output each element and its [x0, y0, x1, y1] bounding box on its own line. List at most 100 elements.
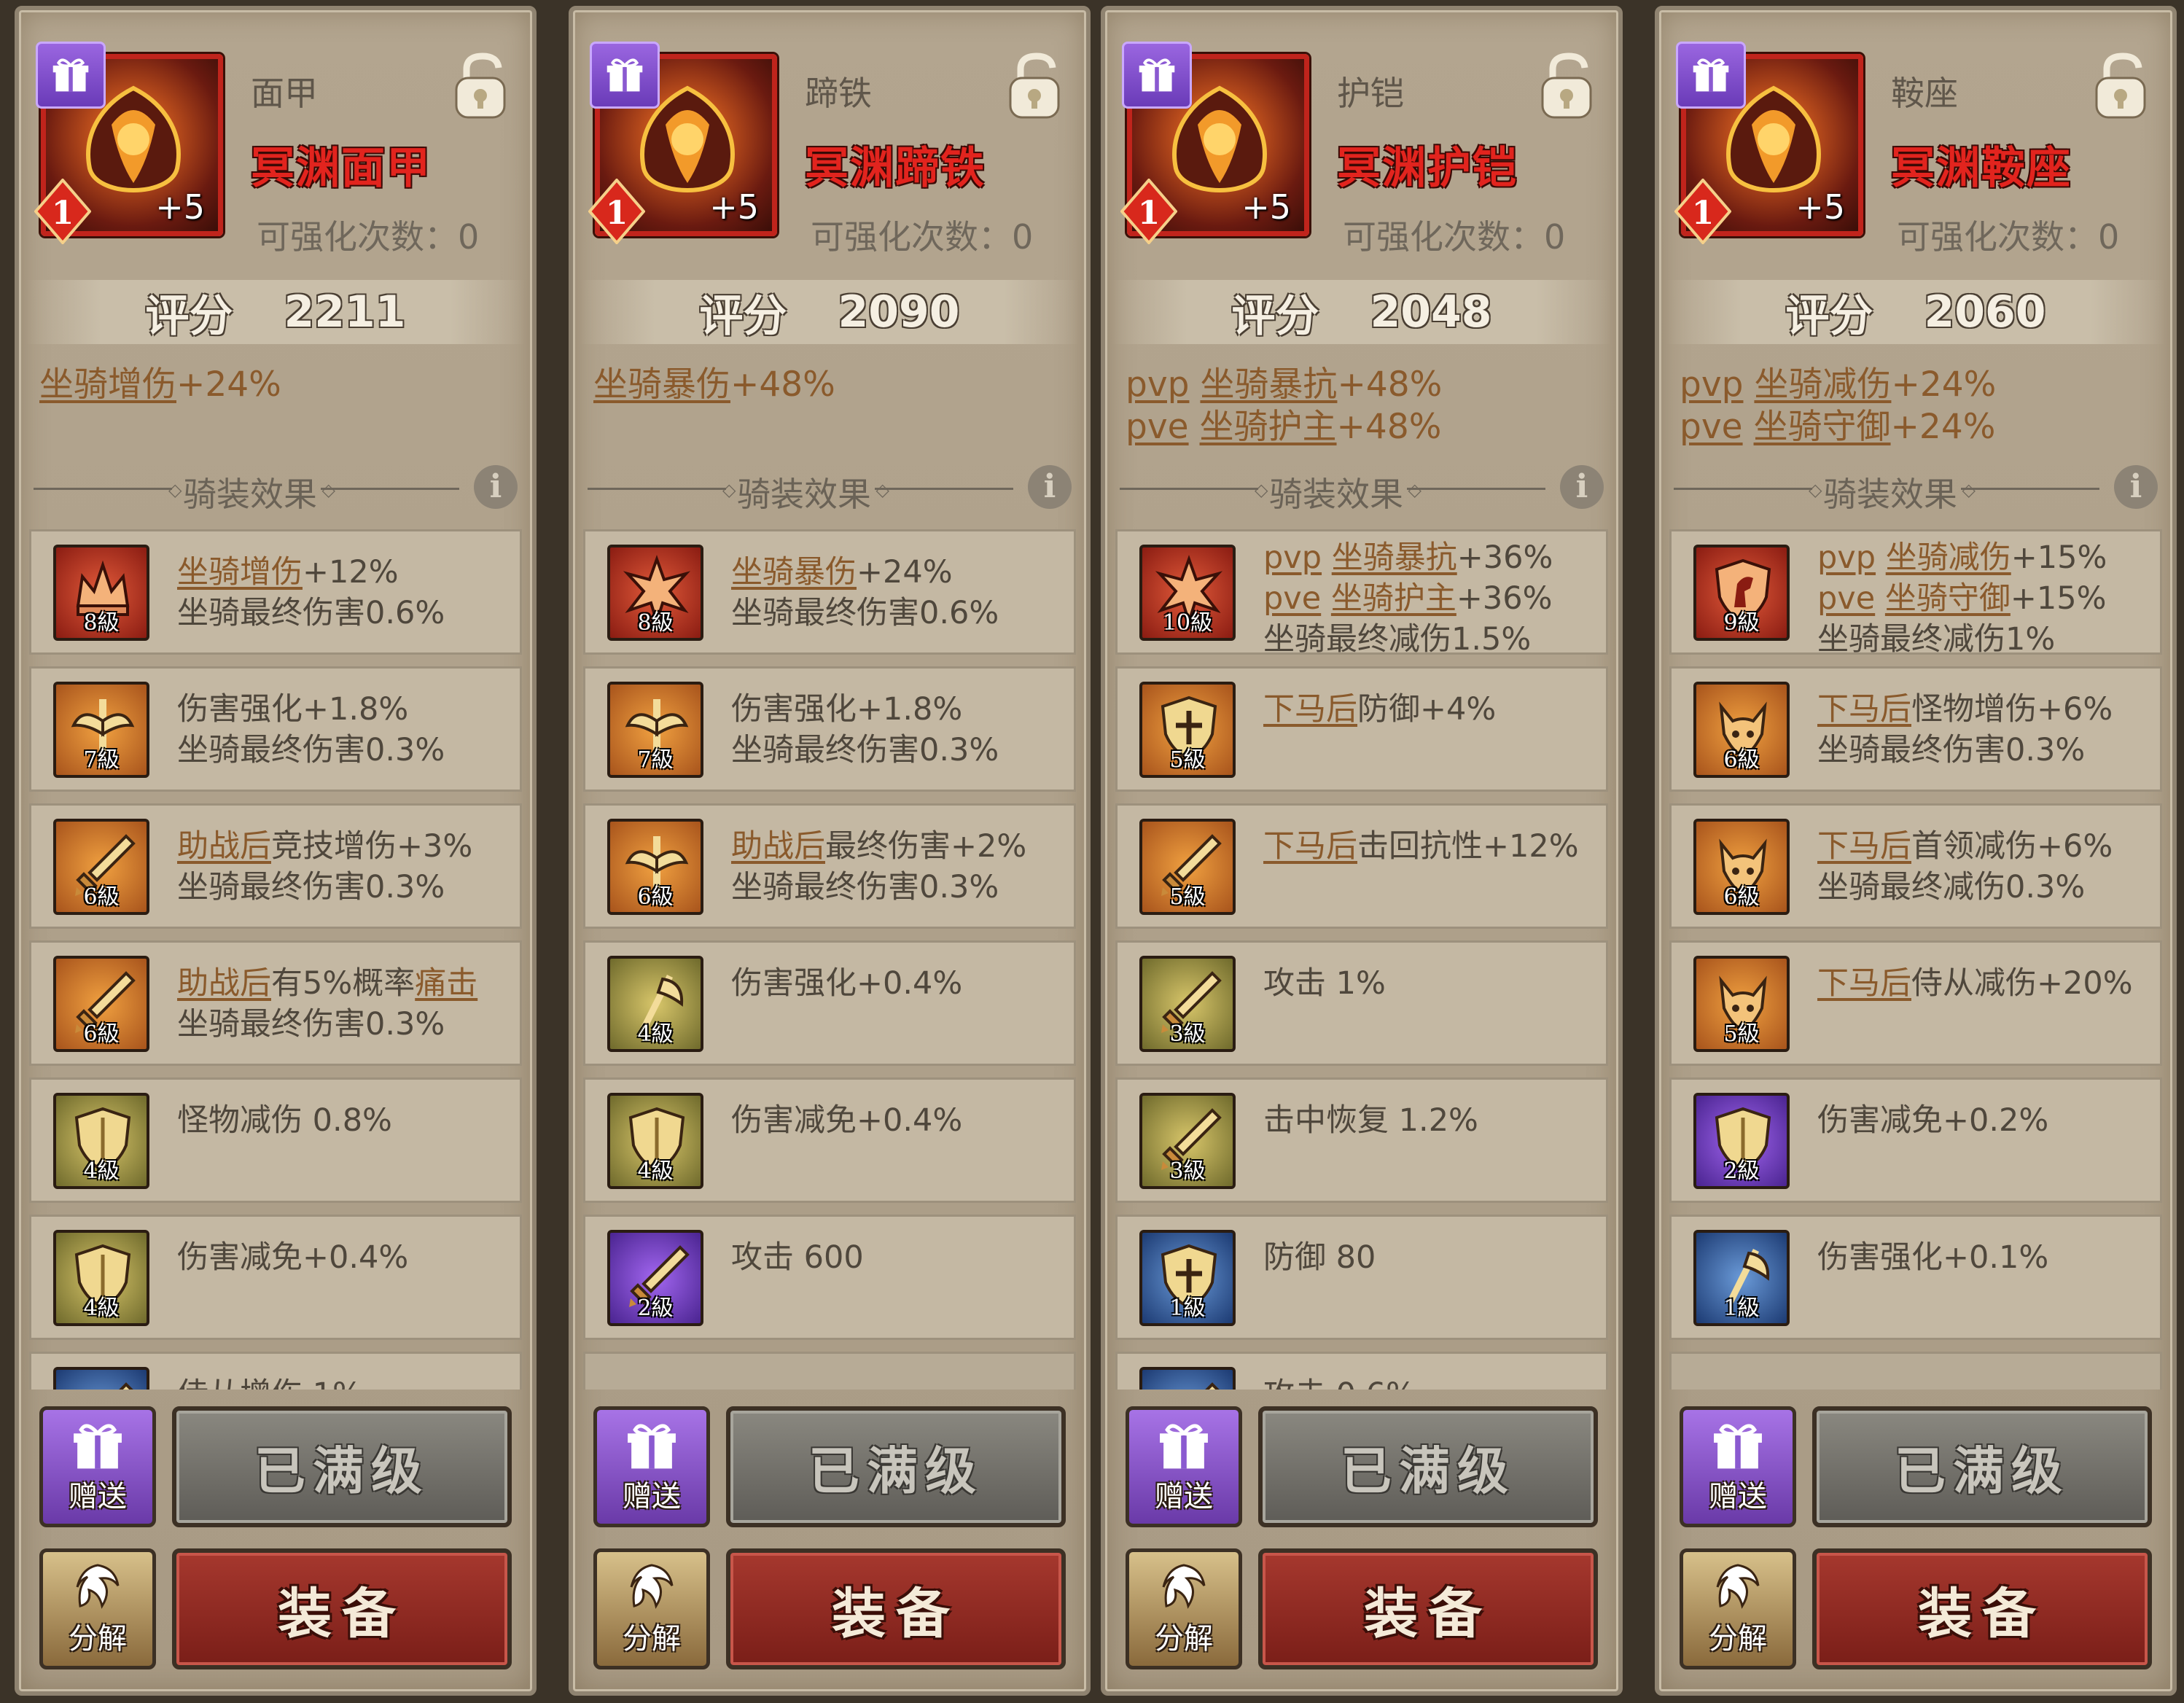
horse-shield-icon[interactable]: 9級: [1693, 545, 1790, 641]
item-icon[interactable]: 1 +5: [1674, 42, 1863, 246]
equip-button[interactable]: 装备: [1812, 1548, 2152, 1669]
effect-mode[interactable]: pvp: [1263, 539, 1322, 576]
equip-button[interactable]: 装备: [1258, 1548, 1598, 1669]
effect-mode[interactable]: pvp: [1817, 539, 1876, 576]
effect-attribute-link[interactable]: 坐骑暴伤: [731, 554, 857, 591]
effect-mode[interactable]: pve: [1263, 580, 1321, 617]
bonus-mode[interactable]: pvp: [1126, 365, 1189, 405]
bonus-attribute-link[interactable]: 坐骑护主: [1200, 407, 1337, 447]
shield-cross-icon[interactable]: 1級: [1139, 1230, 1236, 1326]
decompose-button[interactable]: 分解: [1680, 1548, 1796, 1669]
burst-icon[interactable]: 8級: [607, 545, 703, 641]
effect-attribute-link[interactable]: 坐骑减伤: [1886, 539, 2011, 576]
demon-shield-icon[interactable]: 5級: [1693, 956, 1790, 1052]
decompose-button[interactable]: 分解: [1126, 1548, 1242, 1669]
effect-attribute-link[interactable]: 坐骑护主: [1331, 580, 1456, 617]
shield-cross-icon[interactable]: 5級: [1139, 682, 1236, 778]
effect-attribute-link[interactable]: 助战后: [731, 828, 825, 865]
gift-button[interactable]: 赠送: [1126, 1406, 1242, 1527]
unlock-icon[interactable]: [1005, 50, 1064, 120]
bonus-attribute-link[interactable]: 坐骑守御: [1754, 407, 1891, 447]
item-icon[interactable]: 1 +5: [34, 42, 223, 246]
sword-icon[interactable]: 2級: [607, 1230, 703, 1326]
effect-attribute-link[interactable]: 下马后: [1817, 965, 1911, 1002]
axe-icon[interactable]: 1級: [1693, 1230, 1790, 1326]
effect-attribute-link[interactable]: 下马后: [1817, 828, 1911, 865]
effect-attribute-link[interactable]: 助战后: [177, 828, 271, 865]
winged-sword-icon[interactable]: 7級: [607, 682, 703, 778]
decompose-button[interactable]: 分解: [39, 1548, 156, 1669]
sword-crit-icon[interactable]: 6級: [53, 956, 149, 1052]
effect-level: 1級: [1169, 1295, 1206, 1321]
monster-shield-icon[interactable]: 4級: [53, 1093, 149, 1189]
equip-button[interactable]: 装备: [726, 1548, 1066, 1669]
decompose-label: 分解: [1709, 1622, 1767, 1656]
item-icon[interactable]: 1 +5: [588, 42, 777, 246]
crossed-swords-icon[interactable]: 6級: [53, 819, 149, 915]
effect-mode[interactable]: pve: [1817, 580, 1875, 617]
effect-attribute-link[interactable]: 痛击: [415, 965, 477, 1002]
effect-list[interactable]: 8級 坐骑暴伤+24% 坐骑最终伤害0.6% 7級 伤害强化+1.8% 坐骑最终伤害0.3…: [583, 529, 1076, 1390]
info-icon[interactable]: i: [1028, 465, 1072, 509]
gift-button[interactable]: 赠送: [39, 1406, 156, 1527]
demon-head-icon[interactable]: 6級: [1693, 682, 1790, 778]
effect-list[interactable]: 8級 坐骑增伤+12% 坐骑最终伤害0.6% 7級 伤害强化+1.8% 坐骑最终伤害0.3…: [29, 529, 522, 1390]
effect-line: 伤害强化+1.8%: [731, 689, 999, 730]
bonus-attribute-link[interactable]: 坐骑增伤: [39, 365, 176, 405]
effect-line: 坐骑最终伤害0.3%: [177, 730, 445, 771]
gift-button[interactable]: 赠送: [1680, 1406, 1796, 1527]
bonus-mode[interactable]: pve: [1126, 407, 1189, 447]
sword-icon[interactable]: [1139, 1367, 1236, 1390]
effect-list[interactable]: 9級 pvp 坐骑减伤+15% pve 坐骑守御+15% 坐骑最终减伤1% 6級 下马后怪…: [1669, 529, 2162, 1390]
effect-attribute-link[interactable]: 下马后: [1263, 691, 1357, 728]
unlock-icon[interactable]: [1537, 50, 1596, 120]
unlock-icon[interactable]: [2091, 50, 2150, 120]
crossed-swords-icon[interactable]: [53, 1367, 149, 1390]
winged-sword-icon[interactable]: 6級: [607, 819, 703, 915]
effect-list[interactable]: 10級 pvp 坐骑暴抗+36% pve 坐骑护主+36% 坐骑最终减伤1.5% 5級下…: [1115, 529, 1608, 1390]
bonus-mode[interactable]: pvp: [1680, 365, 1743, 405]
effect-line: 怪物减伤 0.8%: [177, 1100, 392, 1141]
shield-icon[interactable]: 4級: [53, 1230, 149, 1326]
effect-level: 9級: [1723, 610, 1760, 636]
item-icon[interactable]: 1 +5: [1120, 42, 1309, 246]
bonus-attribute-link[interactable]: 坐骑减伤: [1754, 365, 1891, 405]
info-icon[interactable]: i: [2114, 465, 2158, 509]
demon-shield-icon[interactable]: 6級: [1693, 819, 1790, 915]
gift-label: 赠送: [69, 1480, 127, 1513]
effect-attribute-link[interactable]: 下马后: [1817, 691, 1911, 728]
score-label: 评分: [1231, 290, 1319, 342]
gift-button[interactable]: 赠送: [593, 1406, 710, 1527]
effect-attribute-link[interactable]: 坐骑增伤: [177, 554, 303, 591]
effect-line: 坐骑最终减伤1%: [1817, 619, 2107, 660]
axe-icon[interactable]: 4級: [607, 956, 703, 1052]
effect-attribute-link[interactable]: 助战后: [177, 965, 271, 1002]
sword-icon[interactable]: 3級: [1139, 956, 1236, 1052]
decompose-button[interactable]: 分解: [593, 1548, 710, 1669]
sword-burst-icon[interactable]: 10級: [1139, 545, 1236, 641]
effect-attribute-link[interactable]: 坐骑守御: [1885, 580, 2011, 617]
info-icon[interactable]: i: [1560, 465, 1604, 509]
gift-badge-icon: [1122, 42, 1192, 109]
winged-sword-icon[interactable]: 7級: [53, 682, 149, 778]
effect-level: 3級: [1169, 1021, 1206, 1047]
sword-icon[interactable]: 5級: [1139, 819, 1236, 915]
info-icon[interactable]: i: [474, 465, 518, 509]
bonus-mode[interactable]: pve: [1680, 407, 1743, 447]
bonus-attribute-link[interactable]: 坐骑暴伤: [593, 365, 730, 405]
sword-icon[interactable]: 3級: [1139, 1093, 1236, 1189]
effect-attribute-link[interactable]: 下马后: [1263, 828, 1357, 865]
max-level-button[interactable]: 已满级: [726, 1406, 1066, 1527]
equip-button[interactable]: 装备: [172, 1548, 512, 1669]
crown-fleur-icon[interactable]: 8級: [53, 545, 149, 641]
effect-value: 坐骑最终伤害0.3%: [177, 1006, 445, 1043]
max-level-button[interactable]: 已满级: [1812, 1406, 2152, 1527]
max-level-button[interactable]: 已满级: [1258, 1406, 1598, 1527]
shield-icon[interactable]: 2級: [1693, 1093, 1790, 1189]
effect-attribute-link[interactable]: 坐骑暴抗: [1332, 539, 1457, 576]
unlock-icon[interactable]: [451, 50, 510, 120]
bonus-attribute-link[interactable]: 坐骑暴抗: [1200, 365, 1337, 405]
shield-icon[interactable]: 4級: [607, 1093, 703, 1189]
max-level-button[interactable]: 已满级: [172, 1406, 512, 1527]
effect-level: 3級: [1169, 1158, 1206, 1184]
